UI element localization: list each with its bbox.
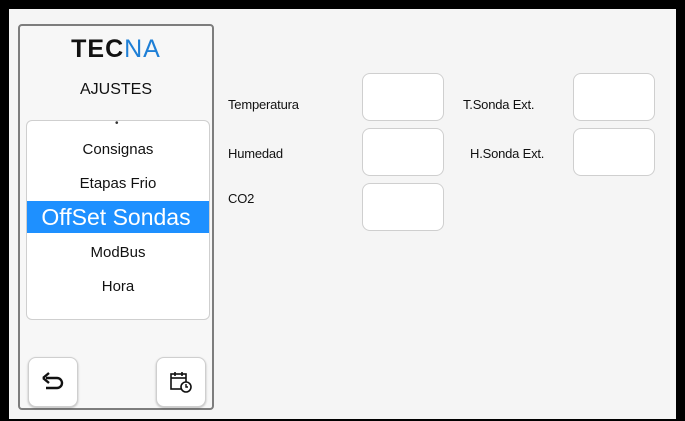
menu-item-offset-sondas[interactable]: OffSet Sondas [27, 201, 209, 233]
settings-menu: • Consignas Etapas Frio OffSet Sondas Mo… [26, 120, 210, 320]
menu-item-etapas-frio[interactable]: Etapas Frio [27, 175, 209, 192]
sidebar: TECNA AJUSTES • Consignas Etapas Frio Of… [18, 24, 214, 410]
h-sonda-ext-field[interactable] [573, 128, 655, 176]
t-sonda-ext-label: T.Sonda Ext. [463, 97, 535, 112]
temperatura-label: Temperatura [228, 97, 299, 112]
humedad-field[interactable] [362, 128, 444, 176]
menu-item-hora[interactable]: Hora [27, 278, 209, 295]
back-button[interactable] [28, 357, 78, 407]
scroll-dot: • [115, 120, 119, 129]
menu-item-modbus[interactable]: ModBus [27, 244, 209, 261]
humedad-label: Humedad [228, 146, 283, 161]
co2-field[interactable] [362, 183, 444, 231]
brand-logo: TECNA [71, 35, 161, 63]
h-sonda-ext-label: H.Sonda Ext. [470, 146, 545, 161]
t-sonda-ext-field[interactable] [573, 73, 655, 121]
co2-label: CO2 [228, 191, 255, 206]
calendar-clock-icon [170, 372, 192, 393]
menu-item-consignas[interactable]: Consignas [27, 141, 209, 158]
calendar-button[interactable] [156, 357, 206, 407]
sidebar-title: AJUSTES [79, 81, 152, 98]
temperatura-field[interactable] [362, 73, 444, 121]
back-arrow-icon [42, 372, 64, 390]
